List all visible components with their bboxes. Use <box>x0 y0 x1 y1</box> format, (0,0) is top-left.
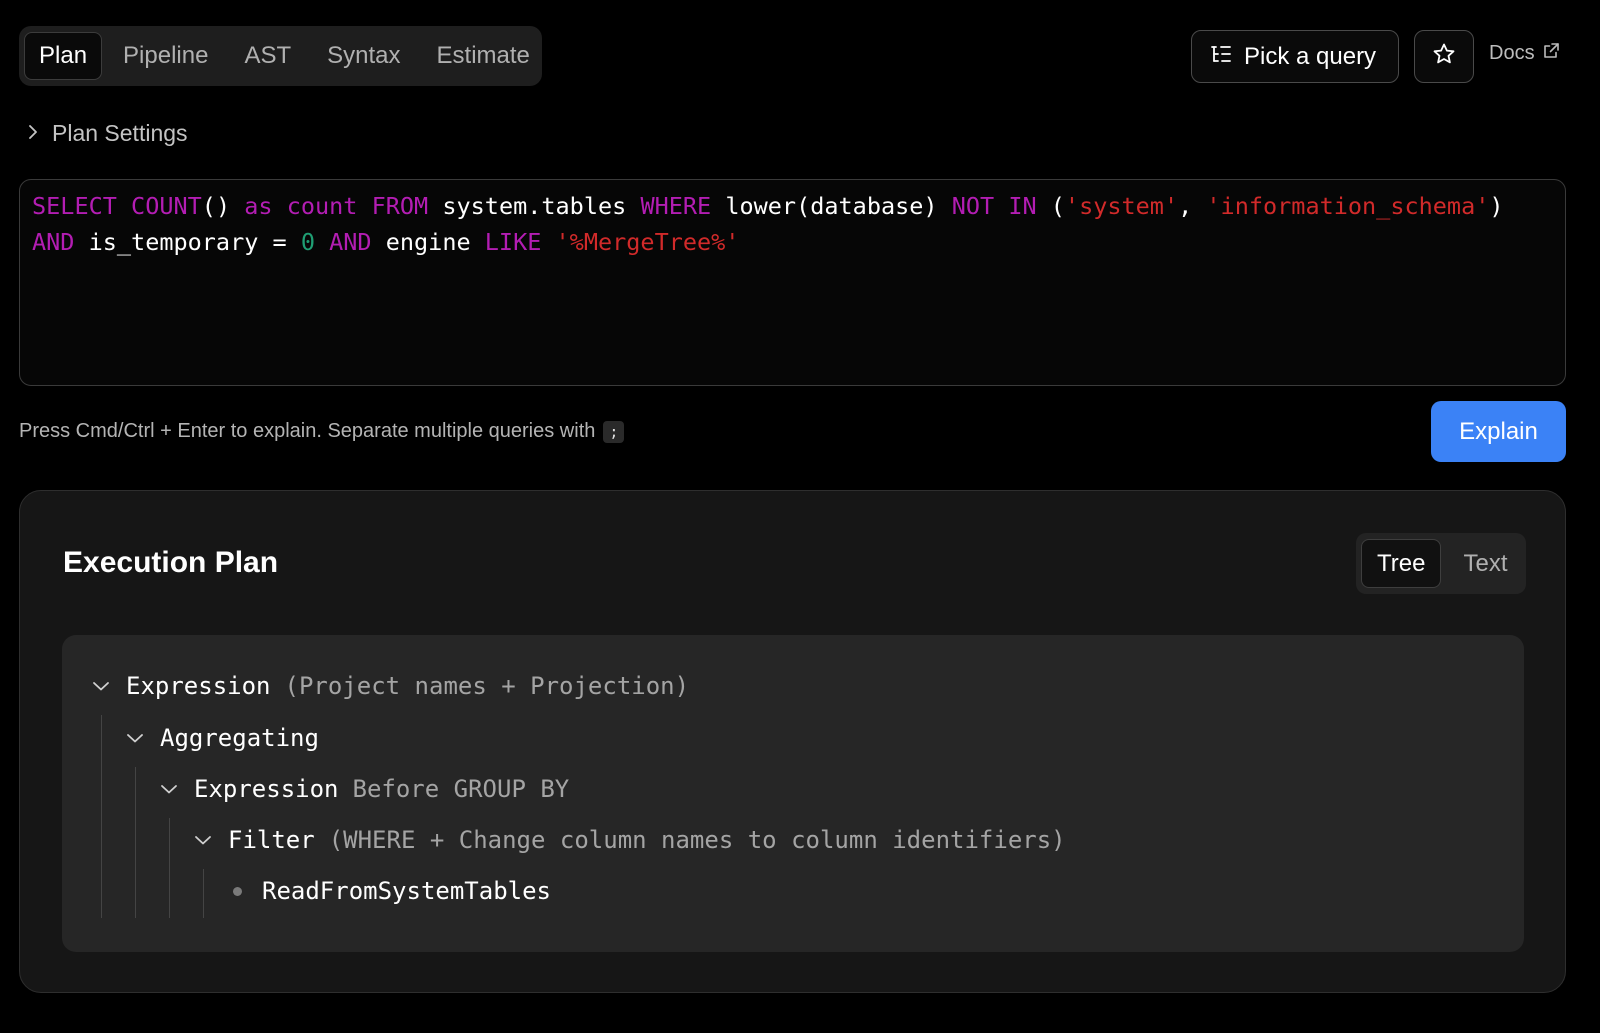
chevron-down-icon[interactable] <box>90 680 112 692</box>
token-keyword: count <box>286 192 358 220</box>
token-keyword: LIKE <box>484 228 542 256</box>
plan-settings-toggle[interactable]: Plan Settings <box>26 120 188 147</box>
query-editor[interactable]: SELECT COUNT() as count FROM system.tabl… <box>19 179 1566 386</box>
explain-button[interactable]: Explain <box>1431 401 1566 462</box>
list-tree-icon <box>1210 43 1232 71</box>
token-keyword: NOT <box>951 192 995 220</box>
token-keyword: as <box>244 192 273 220</box>
execution-plan-panel: Execution Plan Tree Text Expression (Pro… <box>19 490 1566 993</box>
token-plain: engine <box>371 228 485 256</box>
plan-node-detail: (WHERE + Change column names to column i… <box>328 826 1066 854</box>
tree-guide <box>135 767 136 918</box>
plan-node[interactable]: Expression (Project names + Projection) <box>90 668 689 704</box>
editor-line-1: SELECT COUNT() as count FROM system.tabl… <box>32 188 1553 224</box>
docs-link[interactable]: Docs <box>1489 42 1560 65</box>
plan-node-detail: (Project names + Projection) <box>284 672 690 700</box>
execution-plan-title: Execution Plan <box>63 546 279 579</box>
tab-plan[interactable]: Plan <box>24 32 103 80</box>
plan-node[interactable]: Expression Before GROUP BY <box>158 771 569 807</box>
pick-query-button[interactable]: Pick a query <box>1191 30 1399 83</box>
tab-estimate[interactable]: Estimate <box>422 32 545 80</box>
chevron-down-icon[interactable] <box>158 783 180 795</box>
view-text-button[interactable]: Text <box>1447 539 1523 588</box>
chevron-right-icon <box>26 120 40 147</box>
chevron-down-icon[interactable] <box>124 732 146 744</box>
external-link-icon <box>1543 42 1560 65</box>
plan-node[interactable]: Aggregating <box>124 720 319 756</box>
favorite-button[interactable] <box>1414 30 1474 83</box>
plan-node[interactable]: ReadFromSystemTables <box>226 873 551 909</box>
plan-node-name: Aggregating <box>160 724 319 752</box>
token-keyword: IN <box>1008 192 1037 220</box>
explain-hint: Press Cmd/Ctrl + Enter to explain. Separ… <box>19 420 625 443</box>
tab-pipeline[interactable]: Pipeline <box>108 32 223 80</box>
plan-tree: Expression (Project names + Projection) … <box>62 635 1524 952</box>
pick-query-label: Pick a query <box>1244 42 1377 70</box>
tree-guide <box>169 818 170 918</box>
docs-label: Docs <box>1489 42 1535 64</box>
token-string: '%MergeTree%' <box>555 228 740 256</box>
tree-guide <box>101 715 102 918</box>
star-icon <box>1432 42 1456 71</box>
explain-mode-tabs: Plan Pipeline AST Syntax Estimate <box>19 26 542 86</box>
token-plain: ) <box>1489 192 1504 220</box>
plan-node-name: Expression <box>126 672 271 700</box>
tab-ast[interactable]: AST <box>229 32 306 80</box>
plan-node[interactable]: Filter (WHERE + Change column names to c… <box>192 822 1066 858</box>
token-keyword: SELECT <box>32 192 117 220</box>
token-keyword: FROM <box>371 192 429 220</box>
token-plain: lower(database) <box>711 192 952 220</box>
view-tree-button[interactable]: Tree <box>1361 539 1442 588</box>
token-number: 0 <box>300 228 315 256</box>
token-keyword: AND <box>329 228 372 256</box>
token-keyword: WHERE <box>640 192 712 220</box>
token-plain: () <box>201 192 231 220</box>
token-plain: system.tables <box>428 192 641 220</box>
plan-node-detail: Before GROUP BY <box>352 775 570 803</box>
plan-settings-label: Plan Settings <box>52 120 188 146</box>
token-plain: is_temporary = <box>74 228 301 256</box>
token-string: 'system' <box>1064 192 1179 220</box>
plan-node-name: Filter <box>228 826 315 854</box>
token-plain: ( <box>1036 192 1065 220</box>
tab-syntax[interactable]: Syntax <box>312 32 415 80</box>
view-toggle: Tree Text <box>1356 533 1526 594</box>
chevron-down-icon[interactable] <box>192 834 214 846</box>
bullet-icon <box>233 886 242 896</box>
tree-guide <box>203 869 204 918</box>
token-string: 'information_schema' <box>1206 192 1490 220</box>
editor-line-2: AND is_temporary = 0 AND engine LIKE '%M… <box>32 224 1553 260</box>
token-function: COUNT <box>131 192 202 220</box>
token-plain: , <box>1178 192 1207 220</box>
plan-node-name: Expression <box>194 775 339 803</box>
semicolon-key: ; <box>603 420 625 443</box>
hint-text: Press Cmd/Ctrl + Enter to explain. Separ… <box>19 420 596 442</box>
plan-node-name: ReadFromSystemTables <box>262 877 551 905</box>
token-keyword: AND <box>32 228 75 256</box>
